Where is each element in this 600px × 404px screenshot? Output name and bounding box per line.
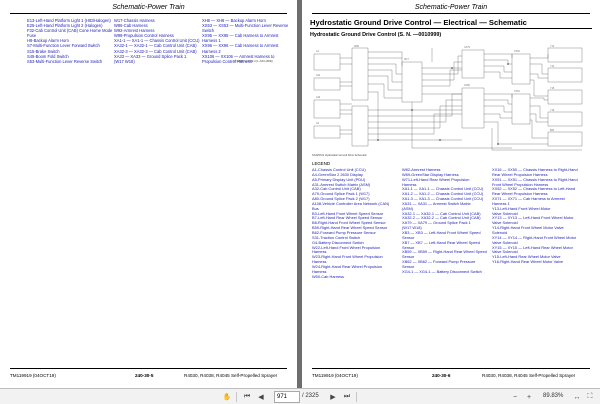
right-footer-rule xyxy=(312,368,590,369)
toolbar-separator xyxy=(236,392,237,402)
svg-text:Y15: Y15 xyxy=(550,87,555,90)
svg-text:W86: W86 xyxy=(354,45,360,48)
svg-text:XA80: XA80 xyxy=(464,84,471,87)
left-legend-col1: E13-Left-Hand Platform Light 1 (HID/Halo… xyxy=(27,18,113,64)
legend-item: XX96 — XX96 — Cab Harness to Armrest xyxy=(202,43,279,49)
legend-item: XB7 — XB7 — Left-Hand Rear Wheel Speed xyxy=(402,240,480,245)
left-page: Schematic-Power Train E13-Left-Hand Plat… xyxy=(0,0,297,388)
left-footer-model: R4030, R4038, R4045 Self-Propelled Spray… xyxy=(184,373,278,378)
svg-text:XA79: XA79 xyxy=(464,46,471,49)
legend-item: XA32-1 — XA32-1 — Cab Control Unit (CAB) xyxy=(114,43,197,49)
left-figure-note: AY7658F (1/ PCE 4 (1-JUN-1999)) xyxy=(233,60,273,63)
svg-text:A32: A32 xyxy=(316,96,321,99)
right-page: Schematic-Power Train Hydrostatic Ground… xyxy=(302,0,600,388)
legend-item: A108-Vehicle Controller Area Network (CA… xyxy=(312,201,390,206)
legend-heading: LEGEND xyxy=(312,161,331,166)
left-footer-rule xyxy=(10,368,287,369)
legend-item: XB3 — XB3 — Left-Hand Front Wheel Speed xyxy=(402,230,481,235)
legend-item: (W17 W18) xyxy=(114,58,135,64)
right-page-title: Hydrostatic Ground Drive Control — Elect… xyxy=(310,18,527,27)
right-header-rule xyxy=(312,13,590,14)
legend-item: XA32-3 — XA32-3 — Cab Control Unit (CAB) xyxy=(114,48,197,54)
fit-page-icon[interactable]: ⛶ xyxy=(585,391,595,403)
right-legend-col3: XX16 — XX50 — Chassis Harness to Right-H… xyxy=(492,168,584,265)
left-legend-col2: W17-Chassis Harness W86-Cab Harness W92-Ar… xyxy=(114,18,200,64)
right-footer-model: R4030, R4038, R4045 Self-Propelled Spray… xyxy=(482,373,576,378)
legend-item: XG4-1 — XG4-1 — Battery Disconnect Switc… xyxy=(402,269,482,274)
fit-width-icon[interactable]: ↔ xyxy=(572,391,582,403)
legend-item: XX106 — XX106 — Armrest Harness to xyxy=(202,53,275,59)
right-legend-col2: W82-Armrest Harness W89-GreenStar Display… xyxy=(402,168,490,275)
legend-item: XB59 — XB59 — Right-Hand Rear Wheel Spee… xyxy=(402,250,487,255)
legend-item: F32-Cab Control Unit (CAB) Cone Home Mod… xyxy=(27,28,113,34)
schematic-component-box xyxy=(313,53,341,71)
left-legend-col3: XH8 — XH8 — Backup Alarm Horn XS53 — XS53… xyxy=(202,18,289,64)
svg-text:A31: A31 xyxy=(316,74,321,77)
right-legend-col1: A1-Chassis Control Unit (CCU) A4-GreenSta… xyxy=(312,168,400,279)
zoom-in-icon[interactable]: + xyxy=(524,391,534,403)
svg-text:W17: W17 xyxy=(404,58,410,61)
svg-text:Y14: Y14 xyxy=(550,65,555,68)
schematic-caption: SGN/9724 Hydrostatic Ground Drive Schema… xyxy=(312,154,367,157)
wiring-schematic-diagram: A1 A31 A32 A4 W86 W17 XA79 XA80 XX50 XX5… xyxy=(313,45,583,151)
zoom-level[interactable]: 89.83% xyxy=(543,393,563,399)
right-footer-page-number: 240-30-6 xyxy=(432,373,451,378)
last-page-icon[interactable]: ⏭ xyxy=(342,391,352,403)
document-viewer: Schematic-Power Train E13-Left-Hand Plat… xyxy=(0,0,600,404)
legend-item: S7-Multi-Function Lever Forward Switch xyxy=(27,43,100,49)
left-page-header: Schematic-Power Train xyxy=(112,4,185,11)
left-footer-page-number: 240-30-5 xyxy=(135,373,154,378)
svg-text:Y13: Y13 xyxy=(550,45,555,48)
hand-tool-icon[interactable]: ✋ xyxy=(222,391,232,403)
left-footer-doc-id: TM119919 (04OCT19) xyxy=(10,373,56,378)
right-footer-doc-id: TM119919 (04OCT19) xyxy=(312,373,358,378)
next-page-icon[interactable]: ▶ xyxy=(328,391,338,403)
page-number-input[interactable]: 971 xyxy=(274,391,300,403)
first-page-icon[interactable]: ⏮ xyxy=(242,391,252,403)
zoom-out-icon[interactable]: − xyxy=(510,391,520,403)
svg-text:XX51: XX51 xyxy=(514,90,521,93)
right-page-subtitle: Hydrostatic Ground Drive Control (S. N. … xyxy=(310,32,442,38)
prev-page-icon[interactable]: ◀ xyxy=(256,391,266,403)
toolbar-separator xyxy=(356,392,357,402)
legend-item: XA33 — XA33 — Ground Splice Pack 1 xyxy=(114,53,187,59)
svg-text:B62: B62 xyxy=(550,129,555,132)
legend-item: S53-Multi-Function Lever Reverse Switch xyxy=(27,58,103,64)
svg-text:Y16: Y16 xyxy=(550,109,555,112)
svg-text:A1: A1 xyxy=(316,50,320,53)
svg-text:XX50: XX50 xyxy=(514,50,521,53)
right-title-rule xyxy=(310,28,592,29)
svg-text:A4: A4 xyxy=(316,122,320,125)
page-total-label: / 2325 xyxy=(302,393,319,399)
right-page-header: Schematic-Power Train xyxy=(414,4,488,11)
left-header-rule xyxy=(10,13,287,14)
viewer-toolbar: ✋ ⏮ ◀ 971 / 2325 ▶ ⏭ − + 89.83% ↔ ⛶ xyxy=(0,388,600,404)
legend-item: W50-Cab Harness xyxy=(312,274,345,279)
legend-item: XS53 — XS53 — Multi-Function Lever Rever… xyxy=(202,23,289,29)
legend-item: Y16-Right-Hand Rear Wheel Motor Valve xyxy=(492,260,564,265)
